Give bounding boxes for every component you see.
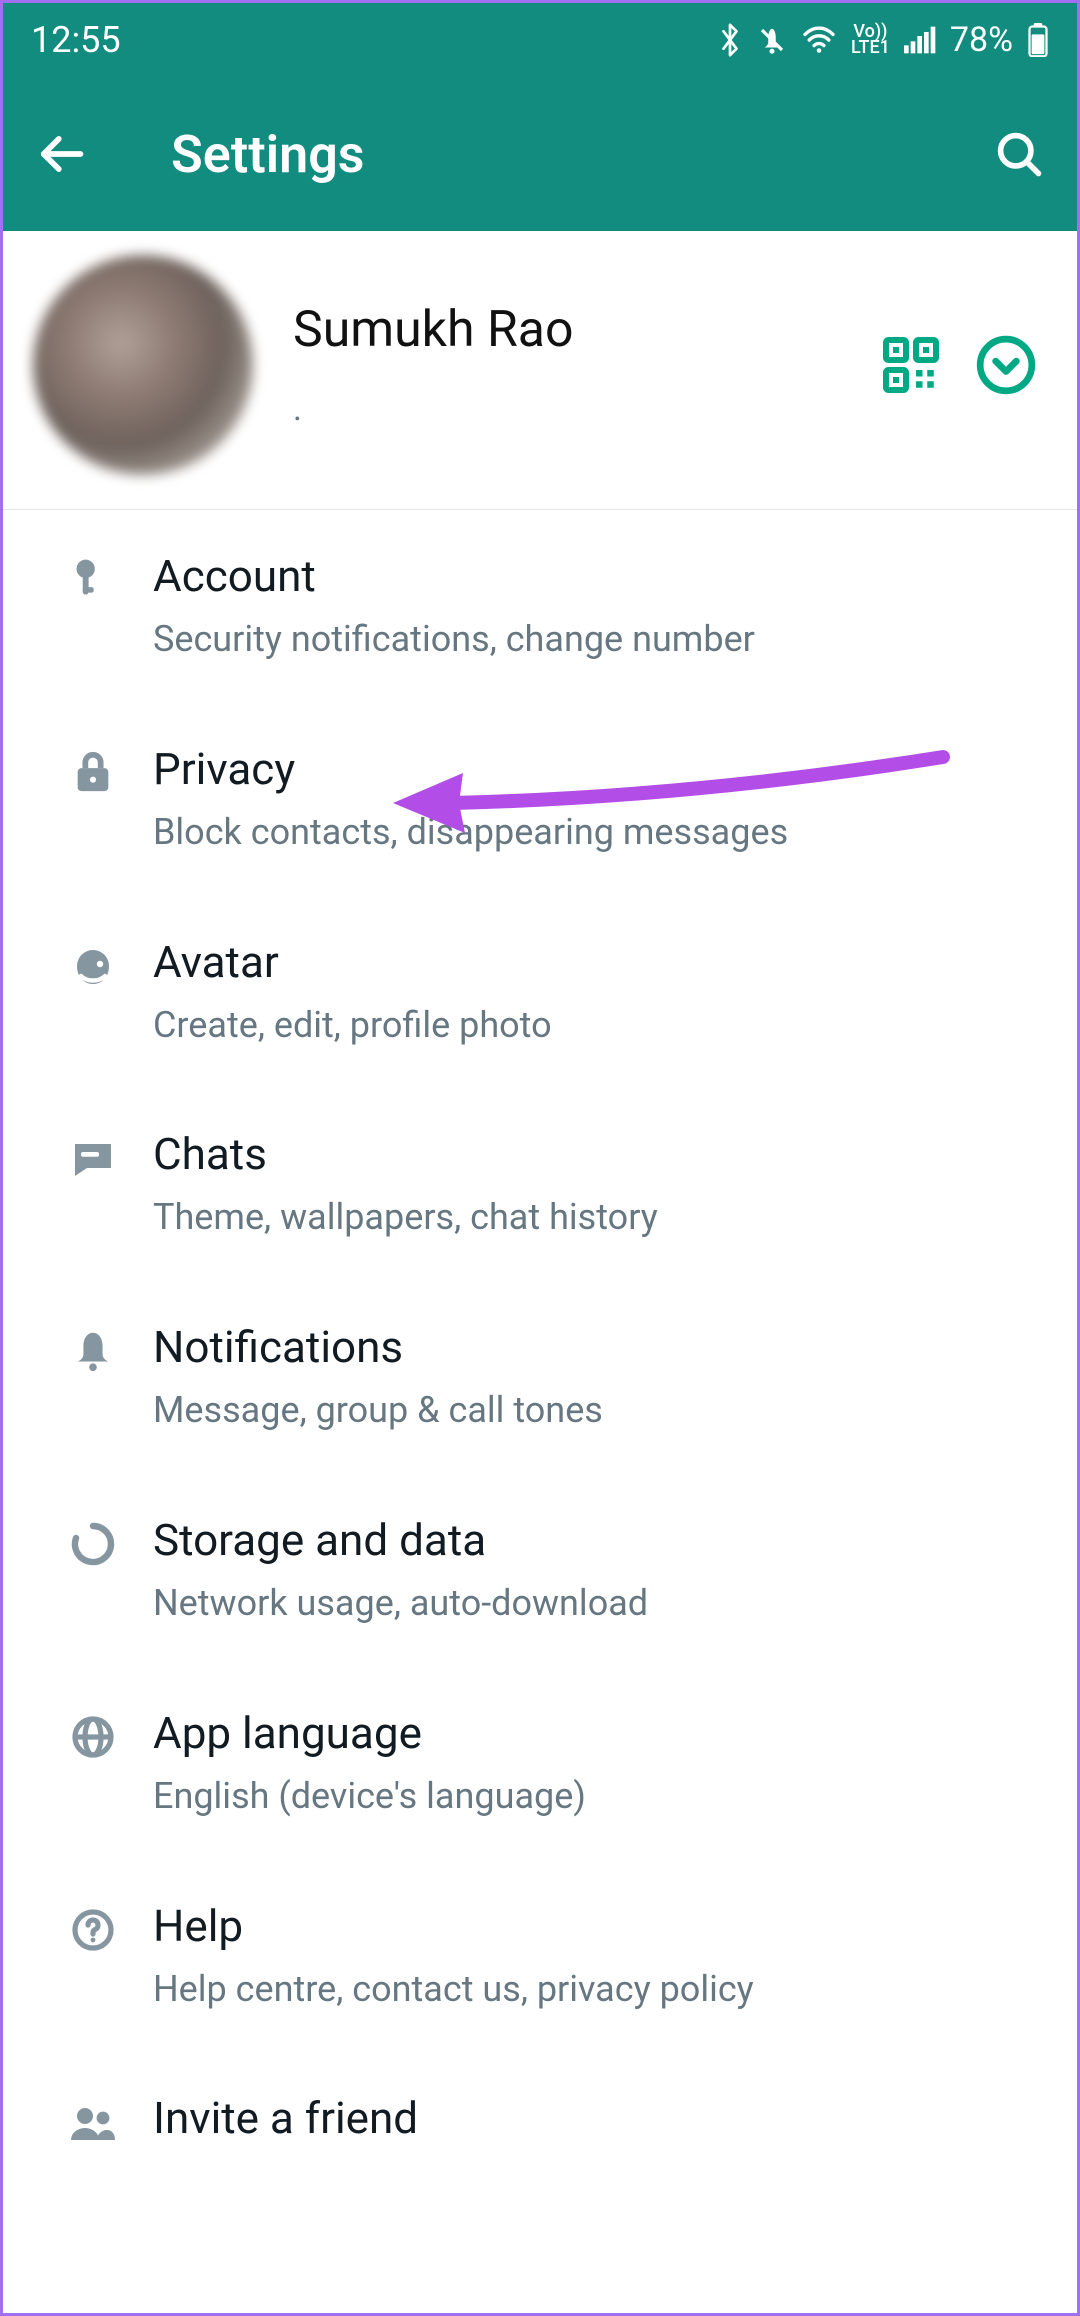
back-button[interactable] (31, 124, 91, 184)
avatar-face-icon (33, 936, 153, 990)
status-bar: 12:55 Vo)) LTE1 (3, 3, 1077, 77)
item-title: Help (153, 1900, 1027, 1952)
volte-label: Vo)) LTE1 (851, 24, 890, 56)
item-title: App language (153, 1707, 1027, 1759)
profile-text: Sumukh Rao . (293, 301, 881, 429)
battery-text: 78% (950, 20, 1013, 60)
item-subtitle: Message, group & call tones (153, 1387, 1027, 1434)
bluetooth-icon (717, 22, 743, 58)
chat-icon (33, 1128, 153, 1182)
page-title: Settings (171, 124, 989, 185)
item-title: Account (153, 550, 1027, 602)
expand-button[interactable] (975, 334, 1037, 396)
settings-item-notifications[interactable]: Notifications Message, group & call tone… (3, 1281, 1077, 1474)
settings-item-help[interactable]: Help Help centre, contact us, privacy po… (3, 1860, 1077, 2053)
settings-item-avatar[interactable]: Avatar Create, edit, profile photo (3, 896, 1077, 1089)
item-subtitle: English (device's language) (153, 1773, 1027, 1820)
item-title: Privacy (153, 743, 1027, 795)
status-icons: Vo)) LTE1 78% (717, 20, 1049, 60)
item-subtitle: Create, edit, profile photo (153, 1002, 1027, 1049)
key-icon (33, 550, 153, 600)
item-subtitle: Network usage, auto-download (153, 1580, 1027, 1627)
profile-row[interactable]: Sumukh Rao . (3, 231, 1077, 510)
status-time: 12:55 (31, 19, 121, 61)
item-title: Avatar (153, 936, 1027, 988)
item-title: Invite a friend (153, 2092, 1027, 2144)
settings-list: Account Security notifications, change n… (3, 510, 1077, 2146)
globe-icon (33, 1707, 153, 1761)
profile-status: . (293, 389, 881, 429)
signal-icon (904, 26, 936, 54)
bell-icon (33, 1321, 153, 1373)
profile-actions (881, 334, 1037, 396)
battery-icon (1027, 23, 1049, 57)
mute-icon (757, 25, 787, 55)
people-icon (33, 2092, 153, 2146)
settings-item-storage[interactable]: Storage and data Network usage, auto-dow… (3, 1474, 1077, 1667)
item-subtitle: Block contacts, disappearing messages (153, 809, 1027, 856)
settings-item-account[interactable]: Account Security notifications, change n… (3, 510, 1077, 703)
wifi-icon (801, 26, 837, 54)
profile-name: Sumukh Rao (293, 301, 881, 359)
app-bar: Settings (3, 77, 1077, 231)
data-usage-icon (33, 1514, 153, 1568)
qr-code-button[interactable] (881, 335, 941, 395)
item-title: Storage and data (153, 1514, 1027, 1566)
settings-item-language[interactable]: App language English (device's language) (3, 1667, 1077, 1860)
search-button[interactable] (989, 124, 1049, 184)
help-icon (33, 1900, 153, 1954)
lock-icon (33, 743, 153, 795)
item-title: Chats (153, 1128, 1027, 1180)
settings-item-privacy[interactable]: Privacy Block contacts, disappearing mes… (3, 703, 1077, 896)
settings-item-invite[interactable]: Invite a friend (3, 2052, 1077, 2146)
item-title: Notifications (153, 1321, 1027, 1373)
settings-item-chats[interactable]: Chats Theme, wallpapers, chat history (3, 1088, 1077, 1281)
item-subtitle: Security notifications, change number (153, 616, 1027, 663)
avatar[interactable] (33, 255, 253, 475)
item-subtitle: Help centre, contact us, privacy policy (153, 1966, 1027, 2013)
item-subtitle: Theme, wallpapers, chat history (153, 1194, 1027, 1241)
